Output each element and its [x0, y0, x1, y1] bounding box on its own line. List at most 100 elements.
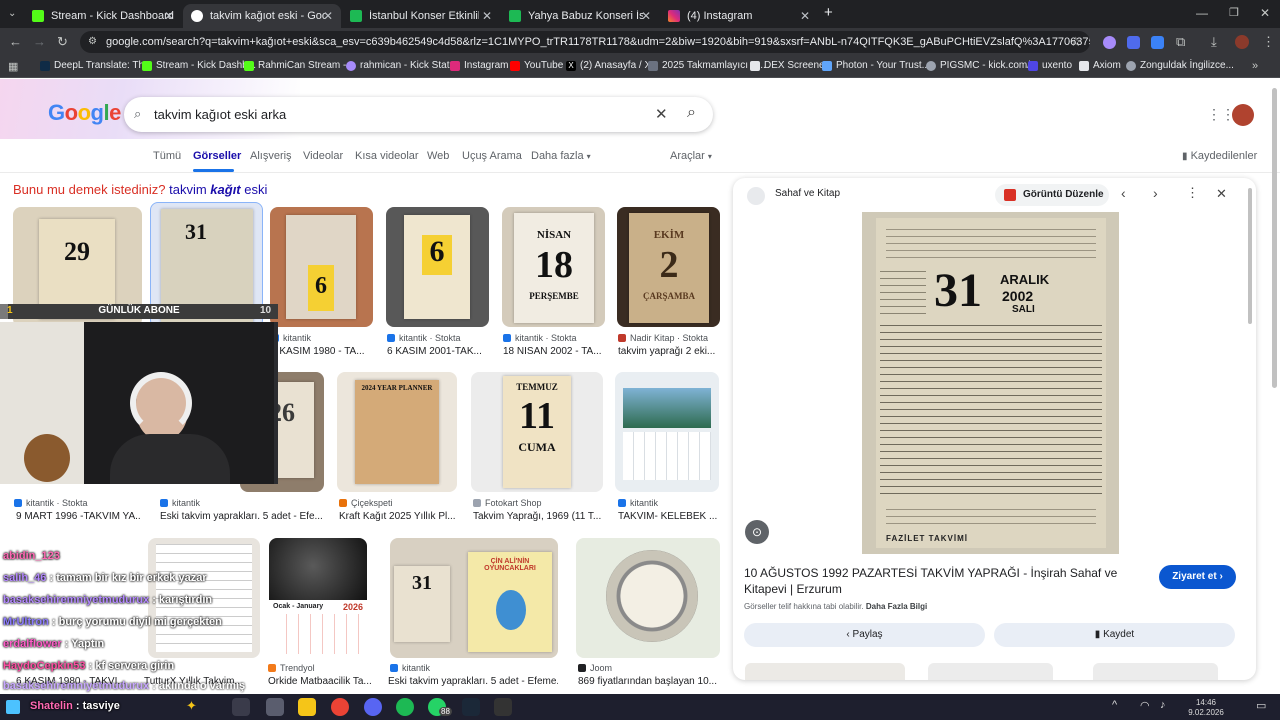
prev-image-icon[interactable]: ‹: [1121, 185, 1126, 201]
result-caption[interactable]: Eski takvim yaprakları. 5 adet - Efe...: [160, 511, 322, 522]
extensions-puzzle-icon[interactable]: ⧉: [1176, 35, 1185, 49]
related-image[interactable]: [1093, 663, 1218, 680]
result-image[interactable]: 6: [386, 207, 489, 327]
bookmark-kick-stream[interactable]: Stream - Kick Dashb...: [142, 60, 256, 71]
search-input[interactable]: takvim kağıot eski arka: [154, 107, 286, 122]
download-icon[interactable]: ⤓: [1211, 35, 1217, 49]
result-caption[interactable]: 6 KASIM 2001-TAK...: [387, 346, 487, 357]
tab-yahya-babuz[interactable]: Yahya Babuz Konseri İstanbul bi ✕: [501, 4, 659, 28]
clear-search-icon[interactable]: ✕: [655, 105, 668, 123]
lens-search-icon[interactable]: ⊙: [745, 520, 769, 544]
tab-instagram[interactable]: (4) Instagram ✕: [660, 4, 818, 28]
volume-icon[interactable]: ♪: [1160, 699, 1166, 711]
result-source[interactable]: Çiçekspeti: [339, 498, 393, 508]
apps-grid-icon[interactable]: ▦: [8, 60, 18, 74]
bookmark-instagram[interactable]: Instagram: [450, 60, 508, 71]
tab-search-icon[interactable]: ⌄: [8, 7, 16, 21]
related-image[interactable]: [745, 663, 905, 680]
close-tab-icon[interactable]: ✕: [800, 9, 810, 23]
result-image[interactable]: NİSAN 18 PERŞEMBE: [502, 207, 605, 327]
wifi-icon[interactable]: ◠: [1140, 699, 1150, 712]
result-source[interactable]: Nadir Kitap · Stokta: [618, 333, 708, 343]
bookmark-photon[interactable]: Photon - Your Trust...: [822, 60, 930, 71]
tab-all[interactable]: Tümü: [153, 150, 181, 162]
explorer-icon[interactable]: [298, 698, 316, 716]
share-button[interactable]: ‹ Paylaş: [744, 623, 985, 647]
extension-icon[interactable]: [1127, 36, 1140, 49]
google-apps-icon[interactable]: ⋮⋮: [1207, 106, 1235, 123]
extension-icon[interactable]: [1103, 36, 1116, 49]
saved-button[interactable]: ▮ Kaydedilenler: [1182, 150, 1257, 162]
obs-icon[interactable]: [494, 698, 512, 716]
close-tab-icon[interactable]: ✕: [164, 9, 174, 23]
extension-icon[interactable]: [1151, 36, 1164, 49]
panel-site-name[interactable]: Sahaf ve Kitap: [775, 188, 840, 199]
tab-flights[interactable]: Uçuş Arama: [462, 150, 522, 162]
search-submit-icon[interactable]: ⌕: [687, 104, 696, 122]
result-caption[interactable]: Eski takvim yaprakları. 5 adet - Efeme..…: [388, 676, 558, 687]
tab-google-search[interactable]: takvim kağıot eski - Google'da ✕: [183, 4, 341, 28]
task-view-icon[interactable]: [232, 698, 250, 716]
back-icon[interactable]: ←: [9, 35, 22, 49]
close-tab-icon[interactable]: ✕: [482, 9, 492, 23]
window-close-icon[interactable]: ✕: [1260, 6, 1270, 20]
bookmark-rahmican-stream[interactable]: RahmiCan Stream -...: [244, 60, 355, 71]
new-tab-icon[interactable]: +: [824, 5, 833, 20]
next-image-icon[interactable]: ›: [1153, 185, 1158, 201]
tray-arrow-icon[interactable]: ^: [1112, 699, 1117, 711]
tab-web[interactable]: Web: [427, 150, 449, 162]
result-source[interactable]: Joom: [578, 663, 612, 673]
discord-icon[interactable]: [364, 698, 382, 716]
edit-image-button[interactable]: Görüntü Düzenle: [995, 184, 1109, 206]
preview-title[interactable]: 10 AĞUSTOS 1992 PAZARTESİ TAKVİM YAPRAĞI…: [744, 565, 1154, 597]
related-image[interactable]: [928, 663, 1053, 680]
result-source[interactable]: kitantik · Stokta: [503, 333, 577, 343]
result-image[interactable]: 6: [270, 207, 373, 327]
result-image[interactable]: Ocak - January 2026: [269, 538, 367, 658]
visit-button[interactable]: Ziyaret et ›: [1159, 565, 1236, 589]
google-logo[interactable]: Google: [48, 100, 121, 126]
result-source[interactable]: kitantik · Stokta: [14, 498, 88, 508]
bookmark-youtube[interactable]: YouTube: [510, 60, 563, 71]
result-source[interactable]: kitantik: [618, 498, 658, 508]
save-button[interactable]: ▮ Kaydet: [994, 623, 1235, 647]
preview-image[interactable]: 31 ARALIK 2002 SALI FAZİLET TAKVİMİ: [862, 212, 1119, 554]
result-image[interactable]: EKİM 2 ÇARŞAMBA: [617, 207, 720, 327]
result-image[interactable]: [615, 372, 719, 492]
page-scrollbar[interactable]: [1272, 88, 1277, 388]
result-caption[interactable]: Takvim Yaprağı, 1969 (11 T...: [473, 511, 603, 522]
site-info-icon[interactable]: ⚙: [88, 31, 97, 53]
result-image[interactable]: TEMMUZ 11 CUMA: [471, 372, 603, 492]
search-box[interactable]: ⌕ takvim kağıot eski arka ✕ ⌕: [124, 97, 713, 132]
minimize-icon[interactable]: —: [1196, 6, 1208, 20]
steam-icon[interactable]: [462, 698, 480, 716]
result-caption[interactable]: 18 NİSAN 2002 - TA...: [503, 346, 603, 357]
result-image[interactable]: [576, 538, 720, 658]
close-tab-icon[interactable]: ✕: [641, 9, 651, 23]
profile-avatar[interactable]: [1235, 35, 1249, 49]
more-options-icon[interactable]: ⋮: [1186, 185, 1199, 201]
result-source[interactable]: kitantik: [160, 498, 200, 508]
learn-more-link[interactable]: Daha Fazla Bilgi: [866, 602, 927, 611]
tools-button[interactable]: Araçlar ▾: [670, 150, 712, 162]
bookmark-x[interactable]: X (2) Anasayfa / X: [566, 60, 651, 71]
bookmark-dex-screener[interactable]: DEX Screener: [750, 60, 828, 71]
result-caption[interactable]: Orkide Matbaacilik Ta...: [268, 676, 378, 687]
result-caption[interactable]: TAKVİM- KELEBEK ...: [618, 511, 718, 522]
more-bookmarks-icon[interactable]: »: [1252, 59, 1258, 73]
result-caption[interactable]: 9 MART 1996 -TAKVİM YA...: [16, 511, 140, 522]
bookmark-star-icon[interactable]: ☆: [1070, 35, 1082, 49]
bookmark-pigsmc[interactable]: PIGSMC - kick.com/...: [926, 60, 1038, 71]
notifications-icon[interactable]: ▭: [1256, 699, 1266, 712]
result-source[interactable]: kitantik · Stokta: [387, 333, 461, 343]
close-panel-icon[interactable]: ✕: [1216, 186, 1227, 202]
panel-scrollbar[interactable]: [1248, 188, 1252, 324]
menu-kebab-icon[interactable]: ⋮: [1262, 35, 1275, 49]
chrome-icon[interactable]: [331, 698, 349, 716]
account-avatar[interactable]: [1232, 104, 1254, 126]
tab-shopping[interactable]: Alışveriş: [250, 150, 292, 162]
bookmark-axiom[interactable]: Axiom: [1079, 60, 1121, 71]
address-bar[interactable]: ⚙ google.com/search?q=takvim+kağıot+eski…: [80, 31, 1090, 53]
tab-more[interactable]: Daha fazla ▾: [531, 150, 591, 162]
tab-videos[interactable]: Videolar: [303, 150, 343, 162]
